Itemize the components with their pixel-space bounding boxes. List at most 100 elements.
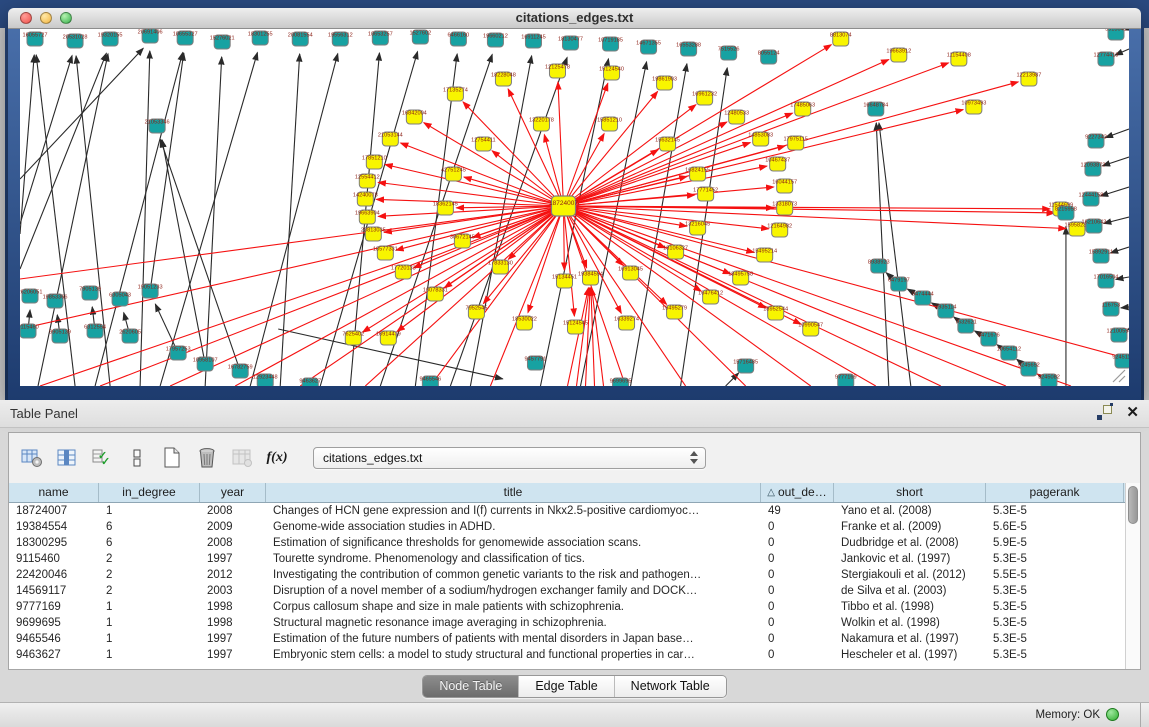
graph-node[interactable]: 2935114 xyxy=(935,304,956,318)
graph-node[interactable]: 2620605 xyxy=(119,329,141,343)
graph-node[interactable]: 15495214 xyxy=(752,248,777,262)
graph-node[interactable]: 18228048 xyxy=(491,72,516,86)
graph-node[interactable]: 9457791 xyxy=(525,356,547,370)
table-settings-icon[interactable] xyxy=(19,445,45,471)
graph-node[interactable]: 9245082 xyxy=(1038,374,1060,386)
graph-node[interactable]: 13220178 xyxy=(529,117,554,131)
graph-node[interactable]: 6479197 xyxy=(888,277,910,291)
graph-node[interactable]: 12774413 xyxy=(1094,52,1119,66)
graph-node[interactable]: 18301255 xyxy=(248,31,273,45)
scrollbar-thumb[interactable] xyxy=(1128,486,1138,524)
network-canvas[interactable]: 1512454012125478182280481713527416842004… xyxy=(20,29,1129,386)
graph-node[interactable]: 12754411 xyxy=(471,137,495,151)
graph-node[interactable]: 16824155 xyxy=(685,167,710,181)
table-row[interactable]: 977716911998Corpus callosum shape and si… xyxy=(9,599,1140,615)
table-row[interactable]: 946554611997Estimation of the future num… xyxy=(9,631,1140,647)
graph-node[interactable]: 11154408 xyxy=(947,52,971,66)
graph-node[interactable]: 18952544 xyxy=(763,306,788,320)
graph-node[interactable]: 17851210 xyxy=(362,155,387,169)
graph-node[interactable]: 7952545 xyxy=(466,305,488,319)
graph-node[interactable]: 12444158 xyxy=(1079,192,1104,206)
graph-node[interactable]: 30672145 xyxy=(450,234,475,248)
graph-node[interactable]: 9227343 xyxy=(1085,134,1107,148)
graph-node[interactable]: 15495279 xyxy=(662,305,687,319)
graph-node[interactable]: 17135274 xyxy=(443,87,468,101)
graph-node[interactable]: 16476412 xyxy=(698,290,723,304)
graph-node[interactable]: 15134451 xyxy=(552,274,577,288)
new-table-icon[interactable] xyxy=(159,445,185,471)
table-panel-titlebar[interactable]: Table Panel ✕ xyxy=(0,400,1149,428)
graph-node[interactable]: 13318073 xyxy=(772,201,797,215)
graph-node[interactable]: 9699695 xyxy=(610,378,632,386)
column-header[interactable]: title xyxy=(266,483,761,502)
graph-node[interactable]: 14853083 xyxy=(748,132,773,146)
graph-node[interactable]: 16911245 xyxy=(521,34,545,48)
graph-node[interactable]: 12100554 xyxy=(1107,328,1129,342)
column-header[interactable]: in_degree xyxy=(99,483,200,502)
column-header[interactable]: short xyxy=(834,483,986,502)
graph-node[interactable]: 9245652 xyxy=(1018,362,1040,376)
graph-node[interactable]: 8471676 xyxy=(978,332,1000,346)
table-row[interactable]: 1456911722003Disruption of a novel membe… xyxy=(9,583,1140,599)
graph-node[interactable]: 15892911 xyxy=(1089,249,1113,263)
table-row[interactable]: 969969511998Structural magnetic resonanc… xyxy=(9,615,1140,631)
graph-node[interactable]: 15716485 xyxy=(733,359,758,373)
graph-node[interactable]: 12093872 xyxy=(1081,162,1106,176)
graph-node[interactable]: 21053144 xyxy=(378,132,403,146)
graph-node[interactable]: 16782759 xyxy=(228,364,253,378)
table-row[interactable]: 1872400712008Changes of HCN gene express… xyxy=(9,503,1140,519)
graph-node[interactable]: 12125478 xyxy=(545,64,570,78)
graph-node[interactable]: 9465546 xyxy=(419,376,441,386)
window-titlebar[interactable]: citations_edges.txt xyxy=(8,8,1141,29)
graph-node[interactable]: 12554412 xyxy=(355,174,380,188)
graph-node[interactable]: 14240078 xyxy=(353,192,378,206)
graph-node[interactable]: 19384554 xyxy=(578,271,603,285)
graph-node[interactable]: 17016504 xyxy=(1094,274,1119,288)
column-header[interactable]: △out_de… xyxy=(761,483,834,502)
table-row[interactable]: 911546021997Tourette syndrome. Phenomeno… xyxy=(9,551,1140,567)
delete-table-icon[interactable] xyxy=(194,445,220,471)
close-panel-icon[interactable]: ✕ xyxy=(1126,405,1139,420)
graph-node[interactable]: 15851210 xyxy=(597,117,622,131)
import-table-icon[interactable] xyxy=(229,445,255,471)
canvas-resize-handle[interactable] xyxy=(1113,370,1125,382)
graph-node[interactable]: 16648784 xyxy=(863,102,888,116)
graph-node[interactable]: 16961232 xyxy=(692,91,717,105)
graph-node[interactable]: 116753 xyxy=(1102,302,1120,316)
graph-node[interactable]: 10990547 xyxy=(798,322,823,336)
graph-node[interactable]: 10958107 xyxy=(193,357,218,371)
graph-node[interactable]: 16339274 xyxy=(614,316,639,330)
graph-node[interactable]: 9463627 xyxy=(299,378,321,386)
show-columns-icon[interactable] xyxy=(54,445,80,471)
graph-node[interactable]: 19663912 xyxy=(886,48,911,62)
graph-node[interactable]: 12480533 xyxy=(724,110,749,124)
graph-node[interactable]: 13216045 xyxy=(685,221,710,235)
graph-node[interactable]: 9245112 xyxy=(1112,354,1129,368)
graph-node[interactable]: 16842004 xyxy=(402,110,427,124)
graph-node[interactable]: 1527602 xyxy=(409,30,431,44)
graph-node[interactable]: 8813074 xyxy=(830,32,852,46)
graph-node[interactable]: 8938923 xyxy=(868,259,890,273)
graph-node[interactable]: 19320155 xyxy=(98,32,123,46)
graph-node[interactable]: 12164982 xyxy=(767,223,792,237)
graph-node[interactable]: 10654112 xyxy=(997,346,1021,360)
float-panel-icon[interactable] xyxy=(1097,405,1112,420)
table-selector-dropdown[interactable]: citations_edges.txt xyxy=(313,447,706,469)
table-row[interactable]: 1830029562008Estimation of significance … xyxy=(9,535,1140,551)
graph-node[interactable]: 20691406 xyxy=(138,29,163,43)
graph-node[interactable]: 19663904 xyxy=(355,210,380,224)
function-builder-icon[interactable]: f(x) xyxy=(264,445,290,471)
tab-network-table[interactable]: Network Table xyxy=(614,676,726,697)
table-row[interactable]: 1938455462009Genome-wide association stu… xyxy=(9,519,1140,535)
graph-node[interactable]: 7515526 xyxy=(718,46,740,60)
tab-edge-table[interactable]: Edge Table xyxy=(518,676,613,697)
column-header[interactable]: pagerank xyxy=(986,483,1124,502)
graph-node[interactable]: 10973493 xyxy=(961,100,986,114)
column-header[interactable]: name xyxy=(9,483,99,502)
graph-node[interactable]: 9115460 xyxy=(20,324,39,338)
graph-node[interactable]: 9777169 xyxy=(835,374,857,386)
select-all-rows-icon[interactable]: ✓✓ xyxy=(89,445,115,471)
graph-node[interactable]: 6305043 xyxy=(109,292,131,306)
graph-node[interactable]: 6466160 xyxy=(447,32,469,46)
graph-node[interactable]: 16553288 xyxy=(676,42,701,56)
